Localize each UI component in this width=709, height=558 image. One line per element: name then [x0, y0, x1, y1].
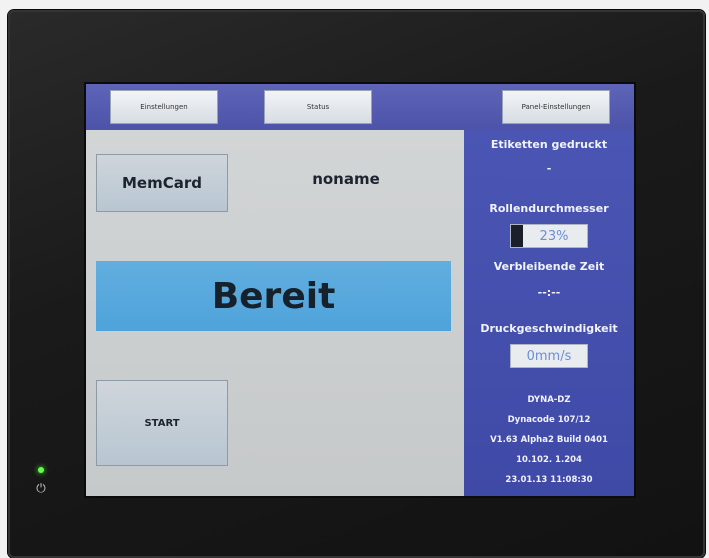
- labels-printed-label: Etiketten gedruckt: [490, 138, 608, 151]
- remaining-time-label: Verbleibende Zeit: [493, 260, 605, 273]
- roll-diameter-value: 23%: [539, 228, 569, 244]
- job-name: noname: [312, 170, 380, 188]
- status-button[interactable]: Status: [264, 90, 372, 124]
- power-icon[interactable]: ⏻: [33, 480, 49, 496]
- print-speed-label: Druckgeschwindigkeit: [480, 322, 618, 335]
- date-time: 23.01.13 11:08:30: [505, 475, 593, 485]
- device-model: Dynacode 107/12: [507, 415, 591, 425]
- roll-diameter-gauge: 23%: [510, 224, 588, 248]
- panel-settings-button[interactable]: Panel-Einstellungen: [502, 90, 610, 124]
- status-banner: Bereit: [96, 261, 451, 331]
- print-speed-value: 0mm/s: [510, 344, 588, 368]
- main-panel: MemCard noname Bereit START: [86, 130, 464, 496]
- roll-diameter-fill: [511, 225, 524, 247]
- remaining-time-value: --:--: [537, 286, 561, 299]
- memcard-button[interactable]: MemCard: [96, 154, 228, 212]
- top-toolbar: Einstellungen Status Panel-Einstellungen: [86, 84, 634, 130]
- roll-diameter-label: Rollendurchmesser: [489, 202, 609, 215]
- labels-printed-value: -: [546, 162, 552, 175]
- status-led-icon: [38, 467, 44, 473]
- settings-button[interactable]: Einstellungen: [110, 90, 218, 124]
- info-sidebar: Etiketten gedruckt - Rollendurchmesser 2…: [464, 130, 634, 496]
- start-button[interactable]: START: [96, 380, 228, 466]
- firmware-version: V1.63 Alpha2 Build 0401: [490, 435, 608, 445]
- device-name: DYNA-DZ: [527, 395, 571, 405]
- touch-screen: Einstellungen Status Panel-Einstellungen…: [86, 84, 634, 496]
- ip-address: 10.102. 1.204: [516, 455, 582, 465]
